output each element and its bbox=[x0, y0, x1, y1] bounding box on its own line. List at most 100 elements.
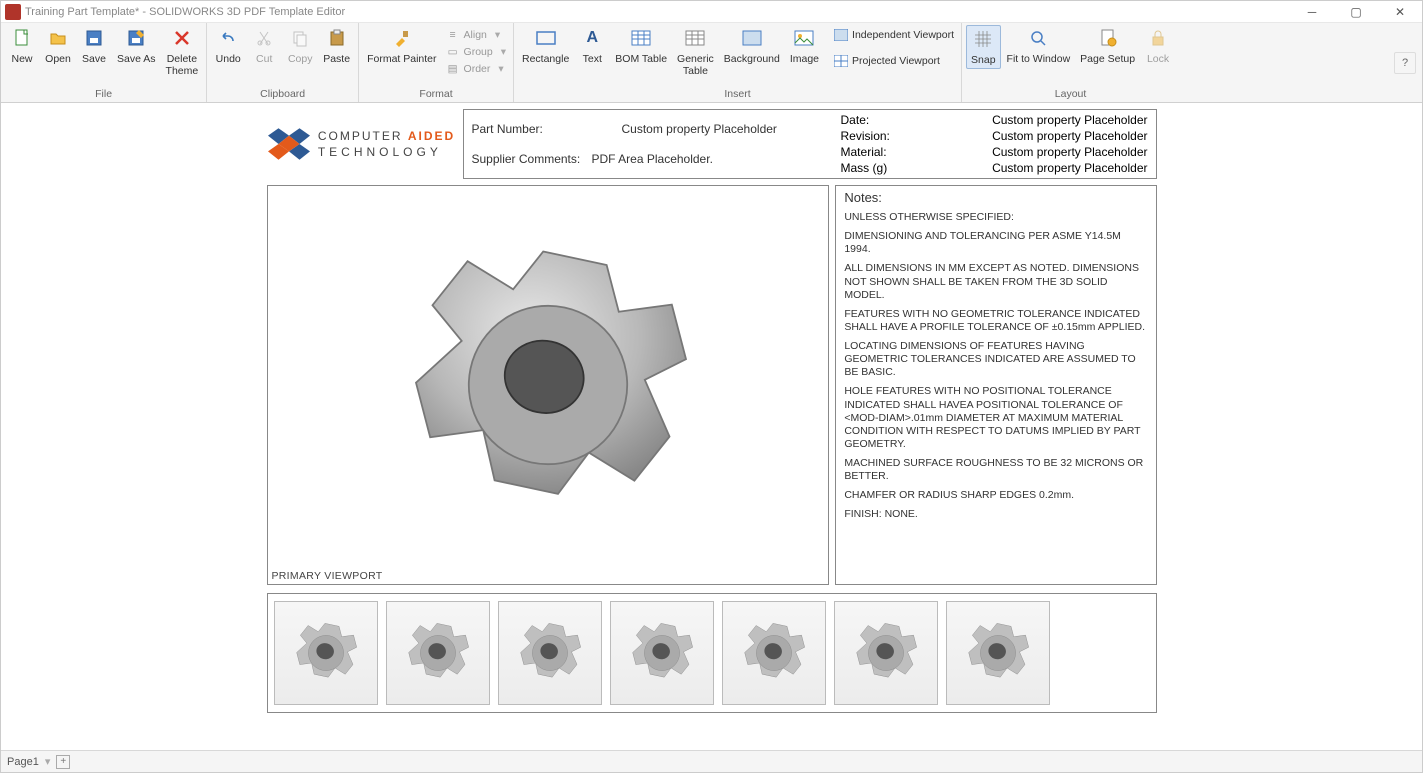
copy-icon bbox=[289, 27, 311, 49]
hdr-val[interactable]: Custom property Placeholder bbox=[992, 113, 1147, 127]
logo: COMPUTER AIDED TECHNOLOGY bbox=[267, 109, 457, 179]
notes-line: CHAMFER OR RADIUS SHARP EDGES 0.2mm. bbox=[844, 489, 1147, 502]
notes-line: MACHINED SURFACE ROUGHNESS TO BE 32 MICR… bbox=[844, 457, 1147, 483]
hdr-val[interactable]: Custom property Placeholder bbox=[992, 145, 1147, 159]
hdr-key: Revision: bbox=[841, 129, 890, 143]
delete-icon bbox=[171, 27, 193, 49]
format-painter-button[interactable]: Format Painter bbox=[363, 25, 440, 67]
notes-line: HOLE FEATURES WITH NO POSITIONAL TOLERAN… bbox=[844, 385, 1147, 451]
lock-button[interactable]: Lock bbox=[1141, 25, 1175, 67]
bom-table-icon bbox=[630, 27, 652, 49]
new-button[interactable]: New bbox=[5, 25, 39, 67]
notes-line: ALL DIMENSIONS IN MM EXCEPT AS NOTED. DI… bbox=[844, 262, 1147, 301]
image-button[interactable]: Image bbox=[786, 25, 823, 67]
hdr-key: Mass (g) bbox=[841, 161, 888, 175]
proj-viewport-icon bbox=[834, 54, 848, 68]
notes-line: UNLESS OTHERWISE SPECIFIED: bbox=[844, 211, 1147, 224]
notes-title: Notes: bbox=[844, 190, 1147, 205]
page-setup-button[interactable]: Page Setup bbox=[1076, 25, 1139, 67]
undo-button[interactable]: Undo bbox=[211, 25, 245, 67]
save-as-icon bbox=[125, 27, 147, 49]
thumbnail[interactable] bbox=[946, 601, 1050, 705]
app-icon bbox=[5, 4, 21, 20]
notes-line: FINISH: NONE. bbox=[844, 508, 1147, 521]
undo-icon bbox=[217, 27, 239, 49]
minimize-button[interactable]: ─ bbox=[1290, 1, 1334, 23]
save-button[interactable]: Save bbox=[77, 25, 111, 67]
copy-button[interactable]: Copy bbox=[283, 25, 317, 67]
rectangle-icon bbox=[535, 27, 557, 49]
snap-button[interactable]: Snap bbox=[966, 25, 1001, 69]
maximize-button[interactable]: ▢ bbox=[1334, 1, 1378, 23]
header-info-box[interactable]: Part Number:Custom property Placeholder … bbox=[463, 109, 1157, 179]
primary-viewport[interactable]: PRIMARY VIEWPORT bbox=[267, 185, 830, 585]
template-page[interactable]: COMPUTER AIDED TECHNOLOGY Part Number:Cu… bbox=[267, 109, 1157, 749]
supplier-comments-value[interactable]: PDF Area Placeholder. bbox=[592, 152, 713, 166]
rectangle-button[interactable]: Rectangle bbox=[518, 25, 573, 67]
fit-window-icon bbox=[1027, 27, 1049, 49]
format-painter-icon bbox=[391, 27, 413, 49]
open-icon bbox=[47, 27, 69, 49]
background-button[interactable]: Background bbox=[720, 25, 784, 67]
hdr-val[interactable]: Custom property Placeholder bbox=[992, 129, 1147, 143]
thumbnail[interactable] bbox=[274, 601, 378, 705]
generic-table-button[interactable]: Generic Table bbox=[673, 25, 718, 79]
group-label-layout: Layout bbox=[966, 86, 1175, 102]
order-button[interactable]: ▤Order▾ bbox=[443, 61, 509, 77]
logo-icon bbox=[268, 123, 310, 165]
cut-button[interactable]: Cut bbox=[247, 25, 281, 67]
page-tab[interactable]: Page1 bbox=[7, 756, 39, 768]
save-as-button[interactable]: Save As bbox=[113, 25, 160, 67]
part-number-label: Part Number: bbox=[472, 122, 592, 136]
close-button[interactable]: ✕ bbox=[1378, 1, 1422, 23]
text-button[interactable]: AText bbox=[575, 25, 609, 67]
group-label-file: File bbox=[5, 86, 202, 102]
align-icon: ≡ bbox=[446, 28, 460, 42]
ribbon: New Open Save Save As Delete Theme File … bbox=[1, 23, 1422, 103]
viewport-label: PRIMARY VIEWPORT bbox=[272, 570, 383, 582]
thumbnail[interactable] bbox=[386, 601, 490, 705]
title-bar: Training Part Template* - SOLIDWORKS 3D … bbox=[1, 1, 1422, 23]
open-button[interactable]: Open bbox=[41, 25, 75, 67]
generic-table-icon bbox=[684, 27, 706, 49]
fit-to-window-button[interactable]: Fit to Window bbox=[1003, 25, 1075, 67]
thumbnail[interactable] bbox=[610, 601, 714, 705]
text-icon: A bbox=[581, 27, 603, 49]
thumbnail[interactable] bbox=[722, 601, 826, 705]
group-icon: ▭ bbox=[446, 45, 460, 59]
canvas-area[interactable]: COMPUTER AIDED TECHNOLOGY Part Number:Cu… bbox=[1, 103, 1422, 750]
thumbnail-row[interactable] bbox=[267, 593, 1157, 713]
cut-icon bbox=[253, 27, 275, 49]
snap-icon bbox=[972, 28, 994, 50]
hdr-key: Material: bbox=[841, 145, 887, 159]
bom-table-button[interactable]: BOM Table bbox=[611, 25, 671, 67]
thumbnail[interactable] bbox=[834, 601, 938, 705]
delete-theme-button[interactable]: Delete Theme bbox=[162, 25, 203, 79]
supplier-comments-label: Supplier Comments: bbox=[472, 152, 592, 166]
order-icon: ▤ bbox=[446, 62, 460, 76]
window-title: Training Part Template* - SOLIDWORKS 3D … bbox=[25, 6, 1290, 18]
thumbnail[interactable] bbox=[498, 601, 602, 705]
notes-box[interactable]: Notes: UNLESS OTHERWISE SPECIFIED: DIMENS… bbox=[835, 185, 1156, 585]
help-button[interactable]: ? bbox=[1394, 52, 1416, 74]
paste-icon bbox=[326, 27, 348, 49]
save-icon bbox=[83, 27, 105, 49]
add-page-button[interactable]: + bbox=[56, 755, 70, 769]
page-setup-icon bbox=[1097, 27, 1119, 49]
ind-viewport-icon bbox=[834, 28, 848, 42]
paste-button[interactable]: Paste bbox=[319, 25, 354, 67]
group-button[interactable]: ▭Group▾ bbox=[443, 44, 509, 60]
notes-line: FEATURES WITH NO GEOMETRIC TOLERANCE IND… bbox=[844, 308, 1147, 334]
image-icon bbox=[793, 27, 815, 49]
hdr-key: Date: bbox=[841, 113, 870, 127]
independent-viewport-button[interactable]: Independent Viewport bbox=[831, 27, 957, 43]
part-number-value[interactable]: Custom property Placeholder bbox=[592, 122, 777, 136]
align-button[interactable]: ≡Align▾ bbox=[443, 27, 509, 43]
hdr-val[interactable]: Custom property Placeholder bbox=[992, 161, 1147, 175]
lock-icon bbox=[1147, 27, 1169, 49]
projected-viewport-button[interactable]: Projected Viewport bbox=[831, 53, 957, 69]
new-icon bbox=[11, 27, 33, 49]
status-bar: Page1 ▾ + bbox=[1, 750, 1422, 772]
group-label-format: Format bbox=[363, 86, 509, 102]
notes-line: DIMENSIONING AND TOLERANCING PER ASME Y1… bbox=[844, 230, 1147, 256]
